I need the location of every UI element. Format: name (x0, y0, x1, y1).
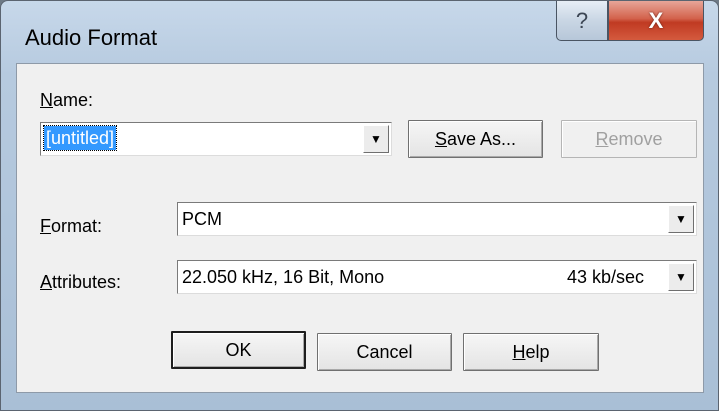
ok-button[interactable]: OK (171, 331, 306, 369)
chevron-down-icon[interactable]: ▼ (668, 263, 694, 291)
remove-button[interactable]: Remove (561, 120, 697, 158)
format-combo[interactable]: PCM ▼ (177, 202, 697, 236)
question-icon: ? (575, 7, 589, 33)
name-label: Name: (40, 90, 94, 110)
format-combo-value: PCM (182, 209, 222, 229)
cancel-button[interactable]: Cancel (317, 333, 452, 371)
help-caption-button[interactable]: ? (556, 1, 608, 41)
close-button[interactable]: X (608, 1, 704, 41)
chevron-down-icon[interactable]: ▼ (668, 205, 694, 233)
attributes-label: Attributes: (40, 272, 122, 292)
attributes-combo-value: 22.050 kHz, 16 Bit, Mono (182, 267, 385, 287)
format-label: Format: (40, 216, 103, 236)
dialog-client-area: Name: [untitled] ▼ Save As... Remove For… (16, 63, 704, 393)
name-combo-value: [untitled] (42, 125, 118, 151)
dialog-title: Audio Format (25, 25, 158, 50)
attributes-rate: 43 kb/sec (566, 267, 644, 287)
ok-button-label: OK (225, 339, 252, 360)
help-button[interactable]: Help (463, 333, 599, 371)
chevron-down-icon[interactable]: ▼ (363, 125, 389, 153)
save-as-button[interactable]: Save As... (408, 120, 543, 158)
audio-format-dialog: Audio Format ? X Name: [untitled] ▼ Save… (0, 0, 719, 411)
attributes-combo[interactable]: 22.050 kHz, 16 Bit, Mono 43 kb/sec ▼ (177, 260, 697, 294)
close-icon: X (648, 7, 664, 33)
cancel-button-label: Cancel (356, 341, 413, 362)
name-combo[interactable]: [untitled] ▼ (40, 122, 392, 156)
